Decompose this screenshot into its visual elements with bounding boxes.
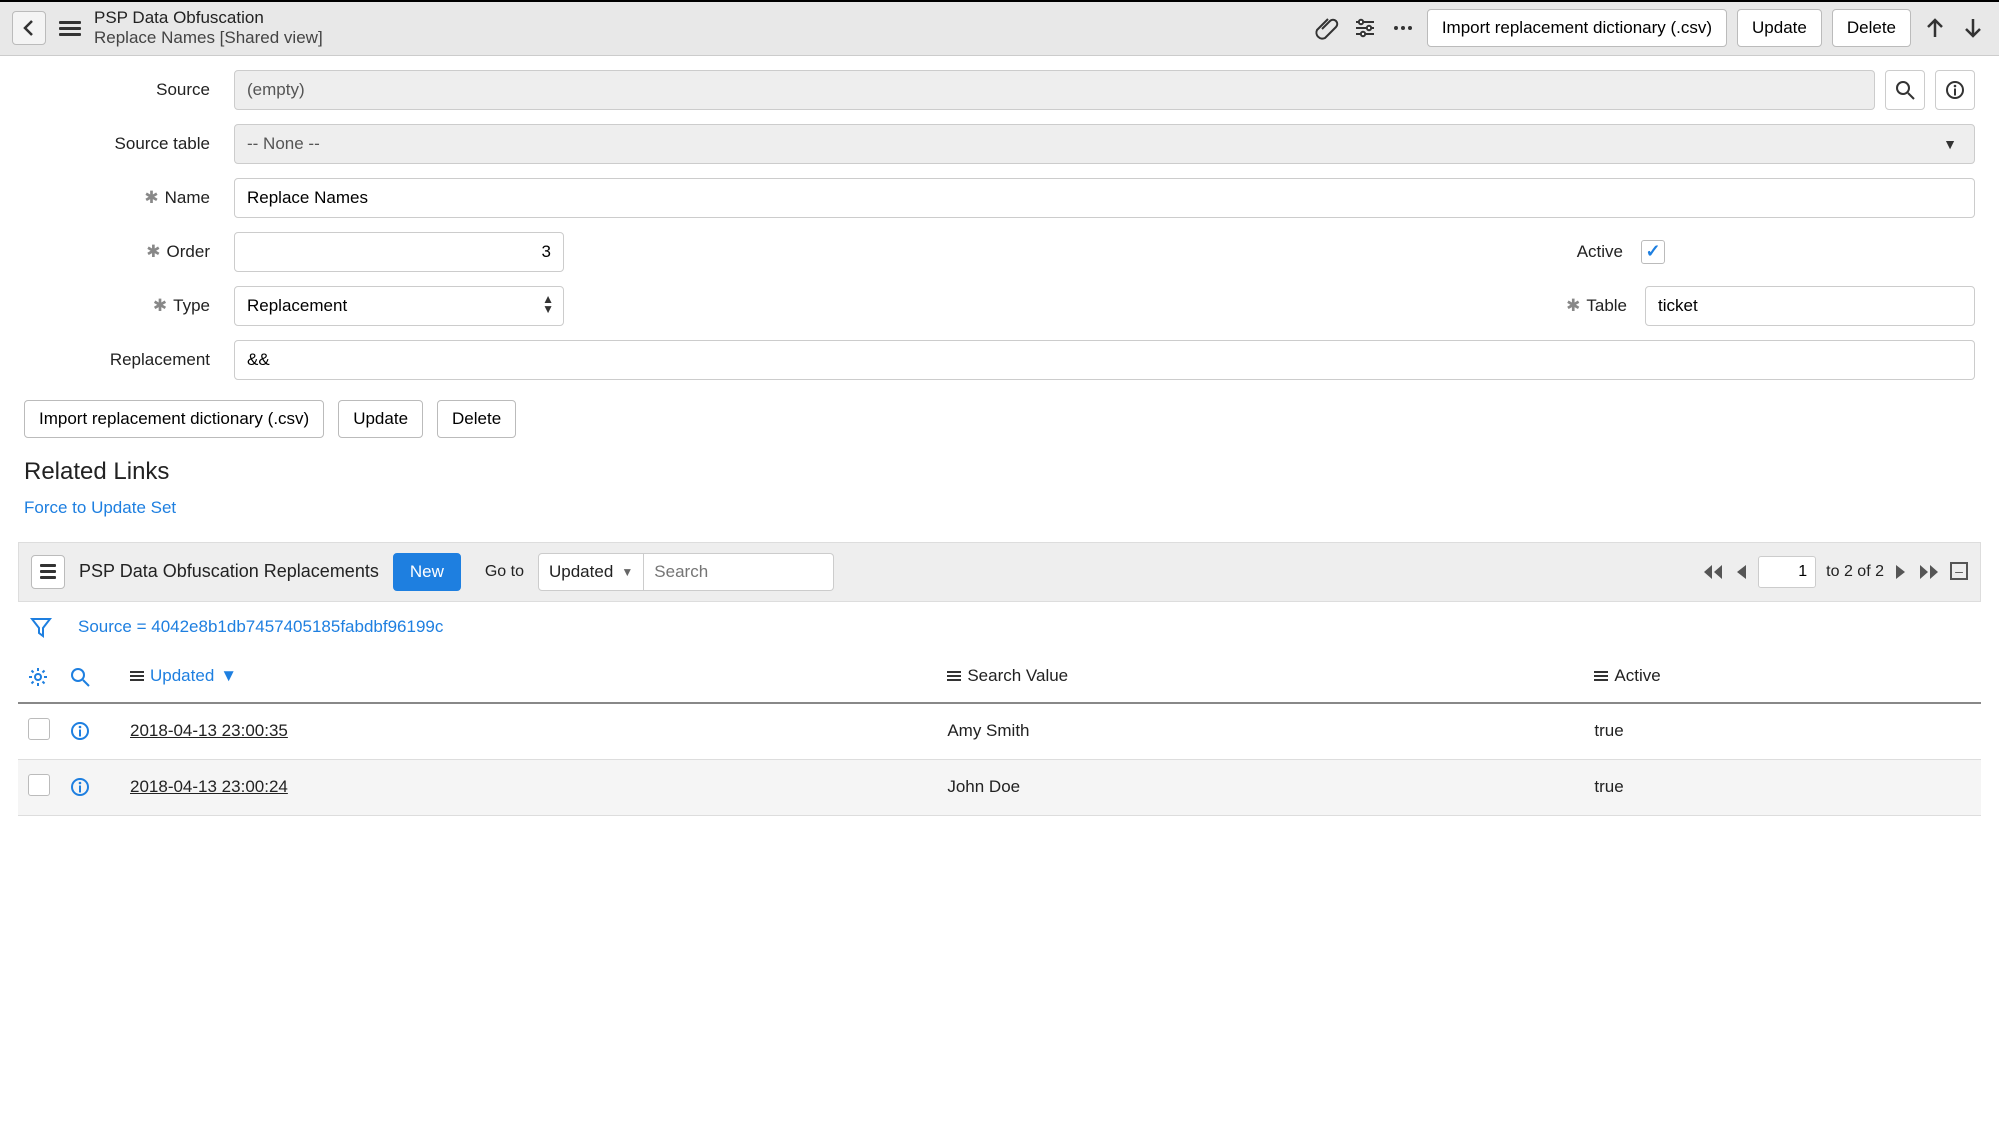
label-source-table: Source table bbox=[24, 134, 210, 154]
goto-field-select[interactable]: Updated bbox=[538, 553, 644, 591]
related-list-header: PSP Data Obfuscation Replacements New Go… bbox=[18, 542, 1981, 602]
label-table: Table bbox=[1586, 296, 1627, 316]
label-active: Active bbox=[1563, 242, 1623, 262]
filter-row: Source = 4042e8b1db7457405185fabdbf96199… bbox=[0, 602, 1999, 652]
cell-updated[interactable]: 2018-04-13 23:00:35 bbox=[130, 721, 288, 740]
cell-search-value: John Doe bbox=[947, 777, 1020, 796]
prev-page-icon[interactable] bbox=[1734, 563, 1748, 581]
row-info-icon[interactable] bbox=[70, 777, 110, 797]
import-button-top[interactable]: Import replacement dictionary (.csv) bbox=[1427, 9, 1727, 47]
page-title-block: PSP Data Obfuscation Replace Names [Shar… bbox=[94, 8, 323, 49]
import-button[interactable]: Import replacement dictionary (.csv) bbox=[24, 400, 324, 438]
filter-icon[interactable] bbox=[30, 616, 52, 638]
collapse-icon[interactable]: – bbox=[1950, 562, 1968, 581]
last-page-icon[interactable] bbox=[1918, 563, 1940, 581]
related-links-heading: Related Links bbox=[0, 452, 1999, 492]
row-info-icon[interactable] bbox=[70, 721, 110, 741]
force-update-set-link[interactable]: Force to Update Set bbox=[0, 492, 200, 524]
delete-button-top[interactable]: Delete bbox=[1832, 9, 1911, 47]
menu-icon[interactable] bbox=[56, 14, 84, 42]
order-input[interactable] bbox=[234, 232, 564, 272]
column-updated[interactable]: Updated ▼ bbox=[130, 666, 237, 686]
cell-active: true bbox=[1594, 777, 1623, 796]
table-row[interactable]: 2018-04-13 23:00:24 John Doe true bbox=[18, 759, 1981, 815]
cell-active: true bbox=[1594, 721, 1623, 740]
arrow-up-icon[interactable] bbox=[1921, 14, 1949, 42]
type-select[interactable]: ▲▼ bbox=[234, 286, 564, 326]
table-row[interactable]: 2018-04-13 23:00:35 Amy Smith true bbox=[18, 703, 1981, 760]
settings-sliders-icon[interactable] bbox=[1351, 14, 1379, 42]
column-menu-icon[interactable] bbox=[947, 669, 961, 683]
source-table-select[interactable]: -- None -- bbox=[234, 124, 1975, 164]
goto-label: Go to bbox=[485, 563, 524, 581]
page-subtitle: Replace Names [Shared view] bbox=[94, 28, 323, 48]
source-info-icon[interactable] bbox=[1935, 70, 1975, 110]
column-menu-icon[interactable] bbox=[130, 669, 144, 683]
next-page-icon[interactable] bbox=[1894, 563, 1908, 581]
label-type: Type bbox=[173, 296, 210, 316]
related-list-title: PSP Data Obfuscation Replacements bbox=[79, 561, 379, 582]
first-page-icon[interactable] bbox=[1702, 563, 1724, 581]
label-name: Name bbox=[165, 188, 210, 208]
more-icon[interactable] bbox=[1389, 14, 1417, 42]
cell-updated[interactable]: 2018-04-13 23:00:24 bbox=[130, 777, 288, 796]
back-button[interactable] bbox=[12, 11, 46, 45]
attachment-icon[interactable] bbox=[1313, 14, 1341, 42]
source-field[interactable]: (empty) bbox=[234, 70, 1875, 110]
top-bar: PSP Data Obfuscation Replace Names [Shar… bbox=[0, 0, 1999, 56]
arrow-down-icon[interactable] bbox=[1959, 14, 1987, 42]
page-range: to 2 of 2 bbox=[1826, 563, 1884, 581]
related-list-table: Updated ▼ Search Value Active 20 bbox=[18, 652, 1981, 816]
row-checkbox[interactable] bbox=[28, 774, 50, 796]
table-input[interactable] bbox=[1645, 286, 1975, 326]
mandatory-icon: ✱ bbox=[144, 188, 158, 208]
column-active[interactable]: Active bbox=[1594, 666, 1660, 686]
replacement-input[interactable] bbox=[234, 340, 1975, 380]
mandatory-icon: ✱ bbox=[1566, 296, 1580, 316]
new-button[interactable]: New bbox=[393, 553, 461, 591]
mandatory-icon: ✱ bbox=[146, 242, 160, 262]
form-action-row: Import replacement dictionary (.csv) Upd… bbox=[0, 394, 1999, 452]
page-title: PSP Data Obfuscation bbox=[94, 8, 323, 28]
update-button[interactable]: Update bbox=[338, 400, 423, 438]
list-search-input[interactable] bbox=[644, 553, 834, 591]
name-input[interactable] bbox=[234, 178, 1975, 218]
list-menu-icon[interactable] bbox=[31, 555, 65, 589]
search-column-icon[interactable] bbox=[70, 667, 110, 687]
label-replacement: Replacement bbox=[24, 350, 210, 370]
gear-icon[interactable] bbox=[28, 667, 50, 687]
column-search-value[interactable]: Search Value bbox=[947, 666, 1068, 686]
filter-breadcrumb[interactable]: Source = 4042e8b1db7457405185fabdbf96199… bbox=[78, 617, 443, 637]
row-checkbox[interactable] bbox=[28, 718, 50, 740]
pager: to 2 of 2 – bbox=[1702, 556, 1968, 588]
label-order: Order bbox=[167, 242, 210, 262]
cell-search-value: Amy Smith bbox=[947, 721, 1029, 740]
active-checkbox[interactable]: ✓ bbox=[1641, 240, 1665, 264]
form-area: Source (empty) Source table -- None -- ✱… bbox=[0, 56, 1999, 380]
select-caret-icon: ▲▼ bbox=[542, 294, 554, 314]
sort-desc-icon: ▼ bbox=[220, 666, 237, 686]
update-button-top[interactable]: Update bbox=[1737, 9, 1822, 47]
label-source: Source bbox=[24, 80, 210, 100]
source-lookup-icon[interactable] bbox=[1885, 70, 1925, 110]
page-number-input[interactable] bbox=[1758, 556, 1816, 588]
delete-button[interactable]: Delete bbox=[437, 400, 516, 438]
mandatory-icon: ✱ bbox=[153, 296, 167, 316]
column-menu-icon[interactable] bbox=[1594, 669, 1608, 683]
